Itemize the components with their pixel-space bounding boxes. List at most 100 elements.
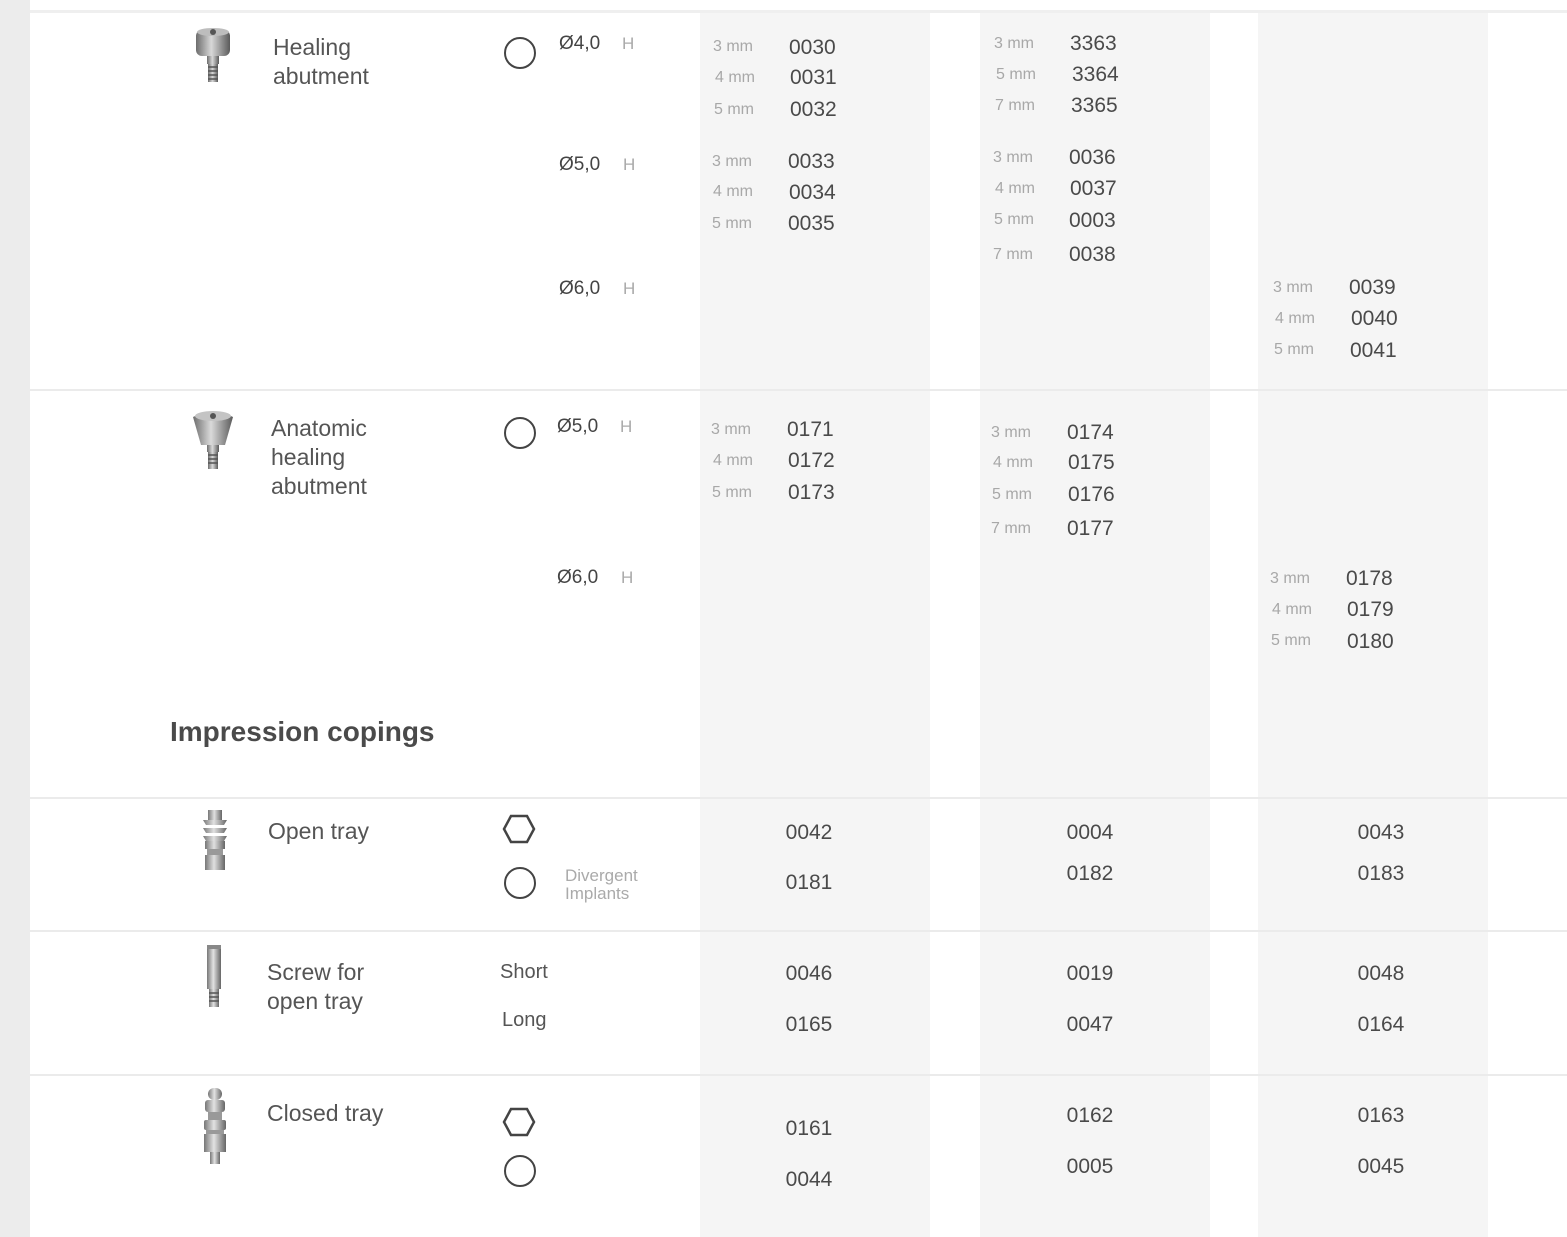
article-code: 0040 [1351, 307, 1398, 330]
height-value: 5 mm [712, 215, 752, 232]
height-value: 3 mm [712, 153, 752, 170]
product-name-healing-abutment: Healing abutment [273, 34, 369, 89]
diameter-label: Ø5,0 [559, 154, 601, 175]
height-label: H [623, 155, 636, 174]
height-value: 4 mm [715, 69, 755, 86]
article-code: 0178 [1346, 567, 1393, 590]
article-code: 0039 [1349, 276, 1396, 299]
height-label: H [621, 568, 634, 587]
height-value: 7 mm [991, 520, 1031, 537]
article-code: 0038 [1069, 243, 1116, 266]
height-value: 3 mm [1273, 279, 1313, 296]
height-value: 4 mm [1275, 310, 1315, 327]
height-label: H [623, 279, 636, 298]
article-code: 0179 [1347, 598, 1394, 621]
article-code: 0037 [1070, 177, 1117, 200]
product-name-anatomic-healing-abutment: Anatomic healing abutment [271, 415, 367, 499]
height-value: 5 mm [1274, 341, 1314, 358]
article-code: 0048 [1357, 962, 1405, 985]
height-value: 5 mm [1271, 632, 1311, 649]
height-value: 7 mm [993, 246, 1033, 263]
variant-label-short: Short [500, 961, 548, 983]
article-code: 0175 [1068, 451, 1115, 474]
article-code: 0046 [785, 962, 833, 985]
open-tray-coping-icon [199, 810, 231, 877]
article-code: 0163 [1357, 1104, 1405, 1127]
healing-abutment-icon [192, 27, 234, 90]
left-margin-bar [0, 0, 30, 1237]
diameter-label: Ø6,0 [559, 278, 601, 299]
row-divider [30, 389, 1567, 391]
round-connection-icon [504, 417, 536, 449]
article-code: 0041 [1350, 339, 1397, 362]
article-code: 3365 [1071, 94, 1118, 117]
article-code: 0177 [1067, 517, 1114, 540]
product-name-closed-tray: Closed tray [267, 1100, 384, 1126]
height-value: 4 mm [713, 452, 753, 469]
article-code: 0035 [788, 212, 835, 235]
article-code: 0174 [1067, 421, 1114, 444]
article-code: 0181 [785, 871, 833, 894]
article-code: 0172 [788, 449, 835, 472]
height-value: 3 mm [993, 149, 1033, 166]
article-code: 0047 [1066, 1013, 1114, 1036]
height-value: 3 mm [994, 35, 1034, 52]
article-code: 0042 [785, 821, 833, 844]
article-code: 0180 [1347, 630, 1394, 653]
diameter-label: Ø4,0 [559, 33, 601, 54]
closed-tray-coping-icon [200, 1088, 230, 1173]
article-code: 0045 [1357, 1155, 1405, 1178]
height-value: 4 mm [993, 454, 1033, 471]
article-code: 0031 [790, 66, 837, 89]
row-divider [30, 930, 1567, 932]
height-label: H [620, 417, 633, 436]
height-value: 5 mm [712, 484, 752, 501]
article-code: 3363 [1070, 32, 1117, 55]
height-value: 7 mm [995, 97, 1035, 114]
screw-icon [203, 945, 225, 1014]
variant-label-long: Long [502, 1009, 547, 1031]
article-code: 0165 [785, 1013, 833, 1036]
article-code: 0176 [1068, 483, 1115, 506]
article-code: 0036 [1069, 146, 1116, 169]
round-connection-icon [504, 37, 536, 69]
hex-connection-icon [502, 1107, 536, 1137]
article-code: 0032 [790, 98, 837, 121]
article-code: 0044 [785, 1168, 833, 1191]
divergent-implants-note: Divergent Implants [565, 866, 638, 903]
article-code: 0030 [789, 36, 836, 59]
product-name-screw-for-open-tray: Screw for open tray [267, 959, 365, 1014]
row-divider [30, 1074, 1567, 1076]
article-code: 0043 [1357, 821, 1405, 844]
article-code: 0003 [1069, 209, 1116, 232]
height-value: 3 mm [1270, 570, 1310, 587]
article-code: 0033 [788, 150, 835, 173]
article-code: 0164 [1357, 1013, 1405, 1036]
article-code: 0019 [1066, 962, 1114, 985]
height-value: 4 mm [713, 183, 753, 200]
hex-connection-icon [502, 814, 536, 844]
height-value: 5 mm [992, 486, 1032, 503]
article-code: 0161 [785, 1117, 833, 1140]
round-connection-icon [504, 1155, 536, 1187]
height-value: 5 mm [994, 211, 1034, 228]
article-code: 0004 [1066, 821, 1114, 844]
height-label: H [622, 34, 635, 53]
height-value: 4 mm [1272, 601, 1312, 618]
article-code: 0173 [788, 481, 835, 504]
diameter-label: Ø5,0 [557, 416, 599, 437]
height-value: 5 mm [714, 101, 754, 118]
product-name-open-tray: Open tray [268, 818, 369, 844]
height-value: 3 mm [991, 424, 1031, 441]
section-heading-impression-copings: Impression copings [170, 716, 435, 747]
article-code: 0162 [1066, 1104, 1114, 1127]
article-code: 0034 [789, 181, 836, 204]
anatomic-healing-abutment-icon [191, 409, 235, 476]
height-value: 5 mm [996, 66, 1036, 83]
article-code: 3364 [1072, 63, 1119, 86]
diameter-label: Ø6,0 [557, 567, 599, 588]
article-code: 0171 [787, 418, 834, 441]
column-3-background [1258, 13, 1488, 1237]
article-code: 0182 [1066, 862, 1114, 885]
height-value: 3 mm [711, 421, 751, 438]
